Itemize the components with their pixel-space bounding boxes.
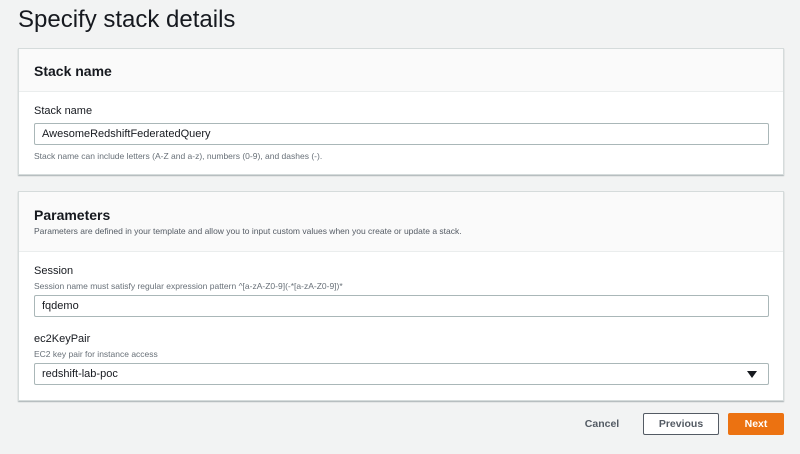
ec2-key-pair-description: EC2 key pair for instance access: [34, 349, 158, 359]
ec2-key-pair-selected-value: redshift-lab-poc: [42, 368, 118, 380]
parameters-panel-description: Parameters are defined in your template …: [34, 226, 462, 236]
ec2-key-pair-label: ec2KeyPair: [34, 333, 91, 345]
session-input[interactable]: [34, 295, 769, 317]
page: Specify stack details Stack name Stack n…: [0, 0, 800, 454]
session-label: Session: [34, 265, 74, 277]
previous-button[interactable]: Previous: [643, 413, 719, 435]
parameters-panel-header: Parameters Parameters are defined in you…: [19, 192, 783, 252]
stack-name-hint: Stack name can include letters (A-Z and …: [34, 151, 323, 161]
stack-name-input[interactable]: [34, 123, 769, 145]
stack-name-panel-heading: Stack name: [34, 63, 112, 79]
parameters-panel-heading: Parameters: [34, 207, 111, 223]
caret-down-icon: [747, 370, 757, 378]
parameters-panel: Parameters Parameters are defined in you…: [18, 191, 784, 401]
stack-name-panel: Stack name Stack name Stack name can inc…: [18, 48, 784, 175]
stack-name-panel-header: Stack name: [19, 49, 783, 92]
stack-name-label: Stack name: [34, 105, 93, 117]
next-button[interactable]: Next: [728, 413, 784, 435]
ec2-key-pair-select[interactable]: redshift-lab-poc: [34, 363, 769, 385]
page-title: Specify stack details: [18, 6, 236, 33]
session-description: Session name must satisfy regular expres…: [34, 281, 343, 291]
cancel-button[interactable]: Cancel: [578, 413, 626, 435]
